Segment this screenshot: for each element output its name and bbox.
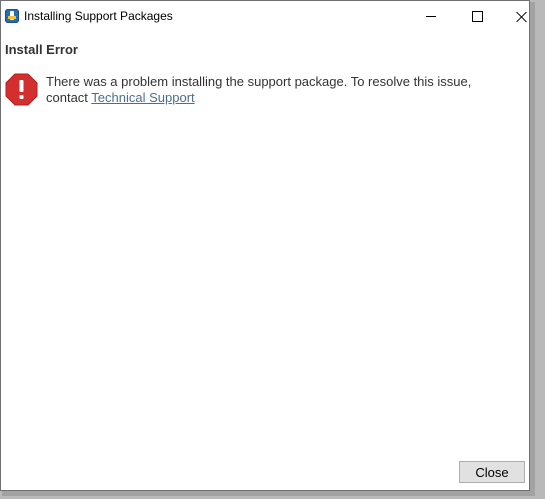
close-button[interactable]: Close (459, 461, 525, 483)
dialog-window: Installing Support Packages Install Erro… (0, 0, 530, 491)
technical-support-link[interactable]: Technical Support (91, 90, 194, 105)
maximize-icon (471, 11, 483, 22)
close-icon (516, 11, 528, 23)
window-title: Installing Support Packages (24, 9, 173, 23)
minimize-button[interactable] (408, 1, 454, 32)
window-close-button[interactable] (499, 1, 545, 32)
minimize-icon (426, 16, 436, 17)
installer-icon (5, 9, 19, 23)
maximize-button[interactable] (454, 1, 500, 32)
error-message: There was a problem installing the suppo… (46, 74, 506, 106)
title-bar[interactable]: Installing Support Packages (1, 1, 529, 32)
page-title: Install Error (5, 42, 78, 57)
error-icon (5, 73, 38, 106)
